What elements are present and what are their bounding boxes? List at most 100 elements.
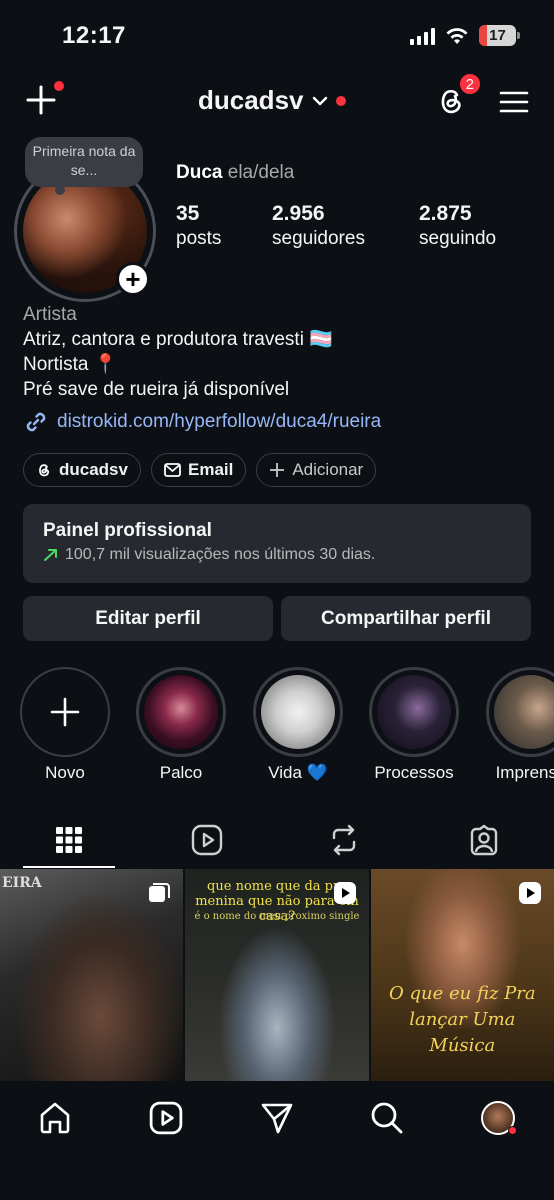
create-button[interactable] [24,81,64,117]
chevron-down-icon [312,96,327,105]
wifi-icon [446,27,468,44]
profile-chips: ducadsv Email Adicionar [23,453,377,487]
post-tile[interactable]: EIRA [0,869,184,1081]
story-highlights: Novo Palco Vida 💙 Processos Imprensa [0,667,554,787]
highlight-cover [261,675,335,749]
panel-title: Painel profissional [43,520,212,541]
threads-button[interactable]: 2 [434,72,482,118]
stat-value: 2.956 [272,202,325,225]
account-dot [335,95,346,106]
plus-icon [26,85,56,115]
hamburger-menu-icon [499,91,529,113]
stat-posts[interactable]: 35 posts [176,202,272,252]
highlight-cover [144,675,218,749]
plus-icon [50,697,80,727]
highlight-label: Processos [374,763,454,782]
reels-icon [149,1101,183,1135]
profile-pronouns: ela/dela [227,162,295,183]
highlight-ring [486,667,554,757]
status-bar: 12:17 17 [0,0,554,70]
bio-link-text: distrokid.com/hyperfollow/duca4/rueira [57,411,382,432]
threads-badge: 2 [457,72,482,96]
tab-posts-grid[interactable] [23,812,115,868]
header-username: ducadsv [198,85,304,115]
highlight-item[interactable]: Palco [135,667,227,783]
stat-followers[interactable]: 2.956 seguidores [272,202,419,252]
post-tile[interactable]: que nome que da pra menina que não para … [185,869,369,1081]
bio-link[interactable]: distrokid.com/hyperfollow/duca4/rueira [23,409,381,435]
nav-profile[interactable] [478,1098,518,1138]
tab-tagged[interactable] [438,812,530,868]
highlight-new[interactable]: Novo [19,667,111,783]
status-time: 12:17 [62,22,126,49]
bio-line: Nortista 📍 [23,354,118,375]
email-chip-label: Email [187,460,234,479]
highlight-ring [369,667,459,757]
plus-icon [270,463,285,477]
nav-search[interactable] [367,1098,407,1138]
panel-subtitle-row: 100,7 mil visualizações nos últimos 30 d… [43,546,511,564]
tagged-icon [470,824,498,856]
add-chip[interactable]: Adicionar [256,453,377,487]
threads-chip-label: ducadsv [59,460,128,479]
cellular-signal-icon [410,27,435,45]
account-switcher[interactable]: ducadsv [198,85,346,116]
trend-up-icon [44,549,57,561]
tab-reels[interactable] [161,812,253,868]
threads-chip[interactable]: ducadsv [23,453,141,487]
professional-dashboard[interactable]: Painel profissional 100,7 mil visualizaç… [23,504,531,583]
nav-reels[interactable] [146,1098,186,1138]
bio-line: Atriz, cantora e produtora travesti 🏳️‍⚧… [23,329,333,350]
notification-dot [54,81,64,91]
threads-icon [39,464,50,477]
send-icon [261,1103,293,1134]
nav-home[interactable] [35,1098,75,1138]
carousel-icon [149,883,171,902]
stat-label: seguindo [419,228,497,249]
highlight-ring [253,667,343,757]
highlight-ring [20,667,110,757]
stat-value: 35 [176,202,200,225]
stat-following[interactable]: 2.875 seguindo [419,202,496,252]
add-story-button[interactable]: + [116,262,150,296]
profile-actions: Editar perfil Compartilhar perfil [23,596,531,641]
highlight-label: Novo [45,763,85,782]
battery-icon: 17 [479,25,520,46]
edit-profile-button[interactable]: Editar perfil [23,596,273,641]
stat-label: posts [176,228,222,249]
highlight-item[interactable]: Vida 💙 [252,667,344,783]
stat-label: seguidores [272,228,365,249]
search-icon [371,1102,403,1134]
add-chip-label: Adicionar [292,460,364,479]
posts-grid: EIRA que nome que da pra menina que não … [0,869,554,1081]
post-cover-text: O que eu fiz Pra lançar Uma Música [389,983,536,1056]
profile-bio: Artista Atriz, cantora e produtora trave… [23,302,333,402]
notification-dot [508,1126,517,1135]
panel-subtitle: 100,7 mil visualizações nos últimos 30 d… [65,546,376,563]
highlight-ring [136,667,226,757]
reel-icon [333,882,356,904]
email-chip[interactable]: Email [150,453,247,487]
nav-direct[interactable] [257,1098,297,1138]
reel-icon [518,882,541,904]
highlight-cover [494,675,554,749]
highlight-item[interactable]: Imprensa [485,667,554,783]
profile-category: Artista [23,304,77,325]
post-tile[interactable]: O que eu fiz Pra lançar Uma Música [370,869,554,1081]
profile-avatar-icon [481,1101,517,1135]
share-profile-button[interactable]: Compartilhar perfil [281,596,531,641]
profile-name: Duca [176,162,223,183]
stat-value: 2.875 [419,202,472,225]
bio-line: Pré save de rueira já disponível [23,379,290,400]
profile-stats: 35 posts 2.956 seguidores 2.875 seguindo [176,202,496,252]
post-cover-subtitle: é o nome do meu proximo single [194,911,360,922]
highlight-item[interactable]: Processos [368,667,460,783]
link-icon [26,412,46,432]
profile-tabs [0,812,554,868]
note-bubble[interactable]: Primeira nota da se... [25,137,143,195]
status-icons: 17 [410,25,520,46]
reels-icon [191,824,223,856]
mail-icon [164,463,181,477]
tab-reposts[interactable] [298,812,390,868]
menu-button[interactable] [498,88,530,116]
